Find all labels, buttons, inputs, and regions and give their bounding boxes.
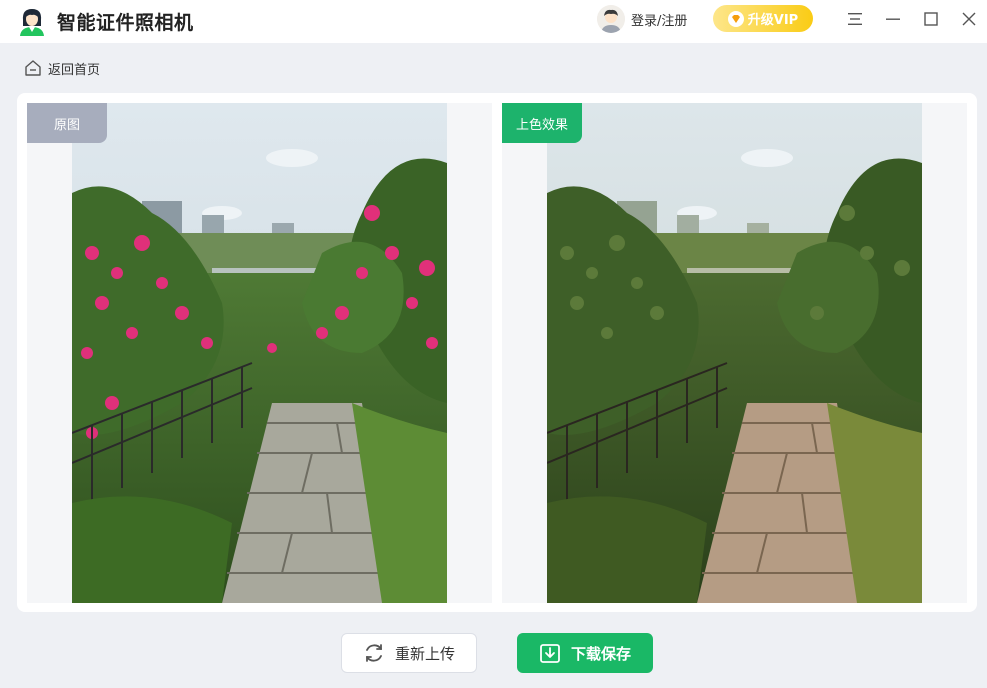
upgrade-vip-button[interactable]: 升级VIP <box>713 5 813 32</box>
menu-icon <box>848 13 862 25</box>
close-button[interactable] <box>958 8 980 30</box>
refresh-icon <box>366 644 382 662</box>
colorized-image-panel: 上色效果 <box>502 103 967 603</box>
reupload-button[interactable]: 重新上传 <box>341 633 477 673</box>
app-logo-icon <box>20 9 44 36</box>
title-bar: 智能证件照相机 登录/注册 升级VIP <box>0 0 987 43</box>
avatar-icon <box>597 5 625 33</box>
colorized-tag: 上色效果 <box>502 103 582 143</box>
app-title: 智能证件照相机 <box>57 12 194 34</box>
menu-button[interactable] <box>844 8 866 30</box>
download-save-label: 下载保存 <box>570 644 631 663</box>
maximize-button[interactable] <box>920 8 942 30</box>
maximize-icon <box>924 12 938 26</box>
minimize-icon <box>886 18 900 20</box>
colorized-photo <box>547 103 922 603</box>
comparison-card: 原图 上色效果 <box>17 93 977 612</box>
login-register-label: 登录/注册 <box>631 13 688 29</box>
download-save-button[interactable]: 下载保存 <box>517 633 653 673</box>
back-home-label: 返回首页 <box>48 62 101 78</box>
reupload-label: 重新上传 <box>394 644 455 663</box>
original-tag: 原图 <box>27 103 107 143</box>
close-icon <box>962 12 976 26</box>
upgrade-vip-label: 升级VIP <box>747 13 799 28</box>
original-photo <box>72 103 447 603</box>
original-image-panel: 原图 <box>27 103 492 603</box>
back-home-link[interactable]: 返回首页 <box>24 58 100 78</box>
minimize-button[interactable] <box>882 8 904 30</box>
diamond-icon <box>727 10 744 27</box>
download-icon <box>540 644 560 663</box>
login-register-link[interactable]: 登录/注册 <box>597 4 687 34</box>
home-icon <box>25 60 41 76</box>
